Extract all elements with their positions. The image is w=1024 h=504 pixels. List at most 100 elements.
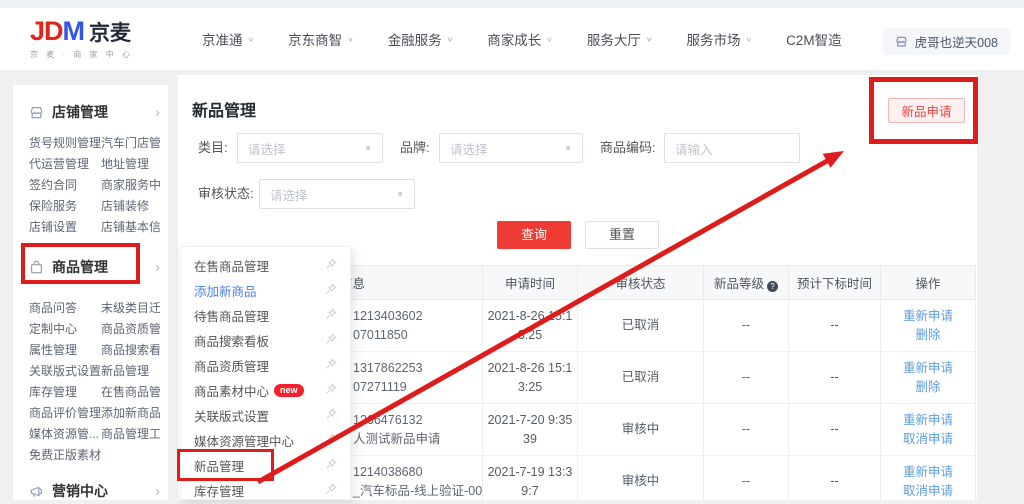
pin-icon[interactable]: [325, 433, 337, 448]
sidebar-item[interactable]: 货号规则管理: [29, 133, 101, 154]
reset-button[interactable]: 重置: [585, 221, 659, 249]
nav-item-4[interactable]: 商家成长∨: [487, 29, 553, 49]
sidebar-section-1[interactable]: 店铺管理›: [29, 101, 160, 123]
sidebar-section-2[interactable]: 商品管理›: [29, 256, 160, 278]
pin-icon[interactable]: [325, 258, 337, 273]
jdm-logo-text: JDM: [30, 18, 84, 45]
sidebar-item[interactable]: 添加新商品: [101, 403, 160, 424]
category-filter-label: 类目:: [198, 133, 228, 163]
action-link[interactable]: 重新申请: [881, 411, 975, 430]
flyout-item[interactable]: 商品资质管理: [181, 353, 350, 378]
flyout-item[interactable]: 添加新商品: [181, 278, 350, 303]
action-link[interactable]: 重新申请: [881, 463, 975, 482]
flyout-item[interactable]: 库存管理: [181, 478, 350, 503]
nav-item-3[interactable]: 金融服务∨: [388, 29, 454, 49]
sidebar-item[interactable]: 商品问答: [29, 298, 101, 319]
brand-select[interactable]: 请选择▼: [439, 133, 583, 163]
nav-item-2[interactable]: 京东商智∨: [288, 29, 354, 49]
chevron-down-icon: ▼: [396, 190, 404, 199]
sidebar-item[interactable]: 新品管理: [101, 361, 160, 382]
audit-status-cell: 已取消: [578, 300, 704, 352]
sidebar-item[interactable]: 在售商品管理: [101, 382, 160, 403]
nav-item-6[interactable]: 服务市场∨: [686, 29, 752, 49]
sidebar-item[interactable]: 定制中心: [29, 319, 101, 340]
sidebar-item[interactable]: 媒体资源管...: [29, 424, 101, 445]
product-management-flyout-menu: 在售商品管理添加新商品待售商品管理商品搜索看板商品资质管理商品素材中心new关联…: [180, 246, 351, 500]
apply-time-cell: 2021-7-19 13:39:7: [483, 456, 578, 501]
category-select[interactable]: 请选择▼: [237, 133, 383, 163]
audit-status-select[interactable]: 请选择▼: [259, 179, 415, 209]
pin-icon[interactable]: [325, 458, 337, 473]
pin-icon[interactable]: [325, 333, 337, 348]
audit-status-filter-label: 审核状态:: [198, 179, 254, 209]
flyout-item-label: 在售商品管理: [194, 256, 269, 275]
flyout-item[interactable]: 媒体资源管理中心: [181, 428, 350, 453]
chevron-down-icon: ∨: [447, 35, 454, 43]
delist-time-cell: --: [789, 300, 881, 352]
flyout-item[interactable]: 待售商品管理: [181, 303, 350, 328]
sidebar-item[interactable]: 代运营管理: [29, 154, 101, 175]
flyout-item[interactable]: 商品搜索看板: [181, 328, 350, 353]
sidebar-item[interactable]: 属性管理: [29, 340, 101, 361]
flyout-item-label: 待售商品管理: [194, 306, 269, 325]
action-link[interactable]: 删除: [881, 378, 975, 397]
search-button[interactable]: 查询: [497, 221, 571, 249]
apply-time-cell: 2021-8-26 15:13:25: [483, 300, 578, 352]
sidebar-item[interactable]: 店铺基本信...: [101, 217, 160, 238]
pin-icon[interactable]: [325, 283, 337, 298]
action-link[interactable]: 取消申请: [881, 430, 975, 449]
jdm-logo[interactable]: JDM 京麦 京 麦 · 商 家 中 心: [30, 18, 168, 60]
table-header-cell: 操作: [881, 266, 976, 300]
pin-icon[interactable]: [325, 483, 337, 498]
sidebar-item[interactable]: 签约合同: [29, 175, 101, 196]
bag-icon: [29, 260, 44, 275]
flyout-item[interactable]: 新品管理: [181, 453, 350, 478]
sidebar-item[interactable]: 地址管理: [101, 154, 160, 175]
sidebar-item[interactable]: 汽车门店管理: [101, 133, 160, 154]
flyout-item-label: 库存管理: [194, 481, 244, 500]
new-product-apply-button[interactable]: 新品申请: [888, 98, 965, 123]
sidebar-item[interactable]: 商品管理工...: [101, 424, 160, 445]
actions-cell: 重新申请删除: [881, 300, 976, 352]
sidebar-item[interactable]: 免费正版素材: [29, 445, 101, 466]
pin-icon[interactable]: [325, 358, 337, 373]
table-header-cell: 新品等级?: [704, 266, 789, 300]
chevron-down-icon: ∨: [248, 35, 255, 43]
sidebar-item[interactable]: 末级类目迁移: [101, 298, 160, 319]
sidebar-item[interactable]: 店铺装修: [101, 196, 160, 217]
nav-item-5[interactable]: 服务大厅∨: [587, 29, 653, 49]
sidebar-item[interactable]: 商品资质管理: [101, 319, 160, 340]
top-navigation-bar: JDM 京麦 京 麦 · 商 家 中 心 京准通∨京东商智∨金融服务∨商家成长∨…: [0, 8, 1024, 70]
sidebar-item[interactable]: 店铺设置: [29, 217, 101, 238]
action-link[interactable]: 重新申请: [881, 307, 975, 326]
sidebar-section-3[interactable]: 营销中心›: [29, 480, 160, 502]
sidebar-item[interactable]: 商品搜索看板: [101, 340, 160, 361]
sidebar-item[interactable]: 商品评价管理: [29, 403, 101, 424]
user-account-badge[interactable]: 虎哥也逆天008: [883, 28, 1010, 55]
pin-icon[interactable]: [325, 408, 337, 423]
action-link[interactable]: 取消申请: [881, 482, 975, 501]
action-link[interactable]: 重新申请: [881, 359, 975, 378]
sku-input[interactable]: 请输入: [664, 133, 800, 163]
jdm-logo-cn: 京麦: [89, 23, 131, 44]
flyout-item-label: 新品管理: [194, 456, 244, 475]
info-icon[interactable]: ?: [767, 281, 778, 292]
action-link[interactable]: 删除: [881, 326, 975, 345]
nav-item-label: 服务大厅: [587, 29, 641, 49]
nav-item-label: 服务市场: [686, 29, 740, 49]
sidebar-item[interactable]: 商家服务中心: [101, 175, 160, 196]
flyout-item[interactable]: 关联版式设置: [181, 403, 350, 428]
delist-time-cell: --: [789, 456, 881, 501]
sidebar-item[interactable]: 保险服务: [29, 196, 101, 217]
nav-item-1[interactable]: 京准通∨: [202, 29, 254, 49]
chevron-right-icon: ›: [155, 105, 160, 120]
nav-item-7[interactable]: C2M智造: [786, 29, 842, 49]
flyout-item[interactable]: 商品素材中心new: [181, 378, 350, 403]
nav-item-label: 商家成长: [487, 29, 541, 49]
chevron-down-icon: ▼: [564, 144, 572, 153]
sidebar-item[interactable]: 关联版式设置: [29, 361, 101, 382]
sidebar-item[interactable]: 库存管理: [29, 382, 101, 403]
pin-icon[interactable]: [325, 308, 337, 323]
pin-icon[interactable]: [325, 383, 337, 398]
flyout-item[interactable]: 在售商品管理: [181, 253, 350, 278]
